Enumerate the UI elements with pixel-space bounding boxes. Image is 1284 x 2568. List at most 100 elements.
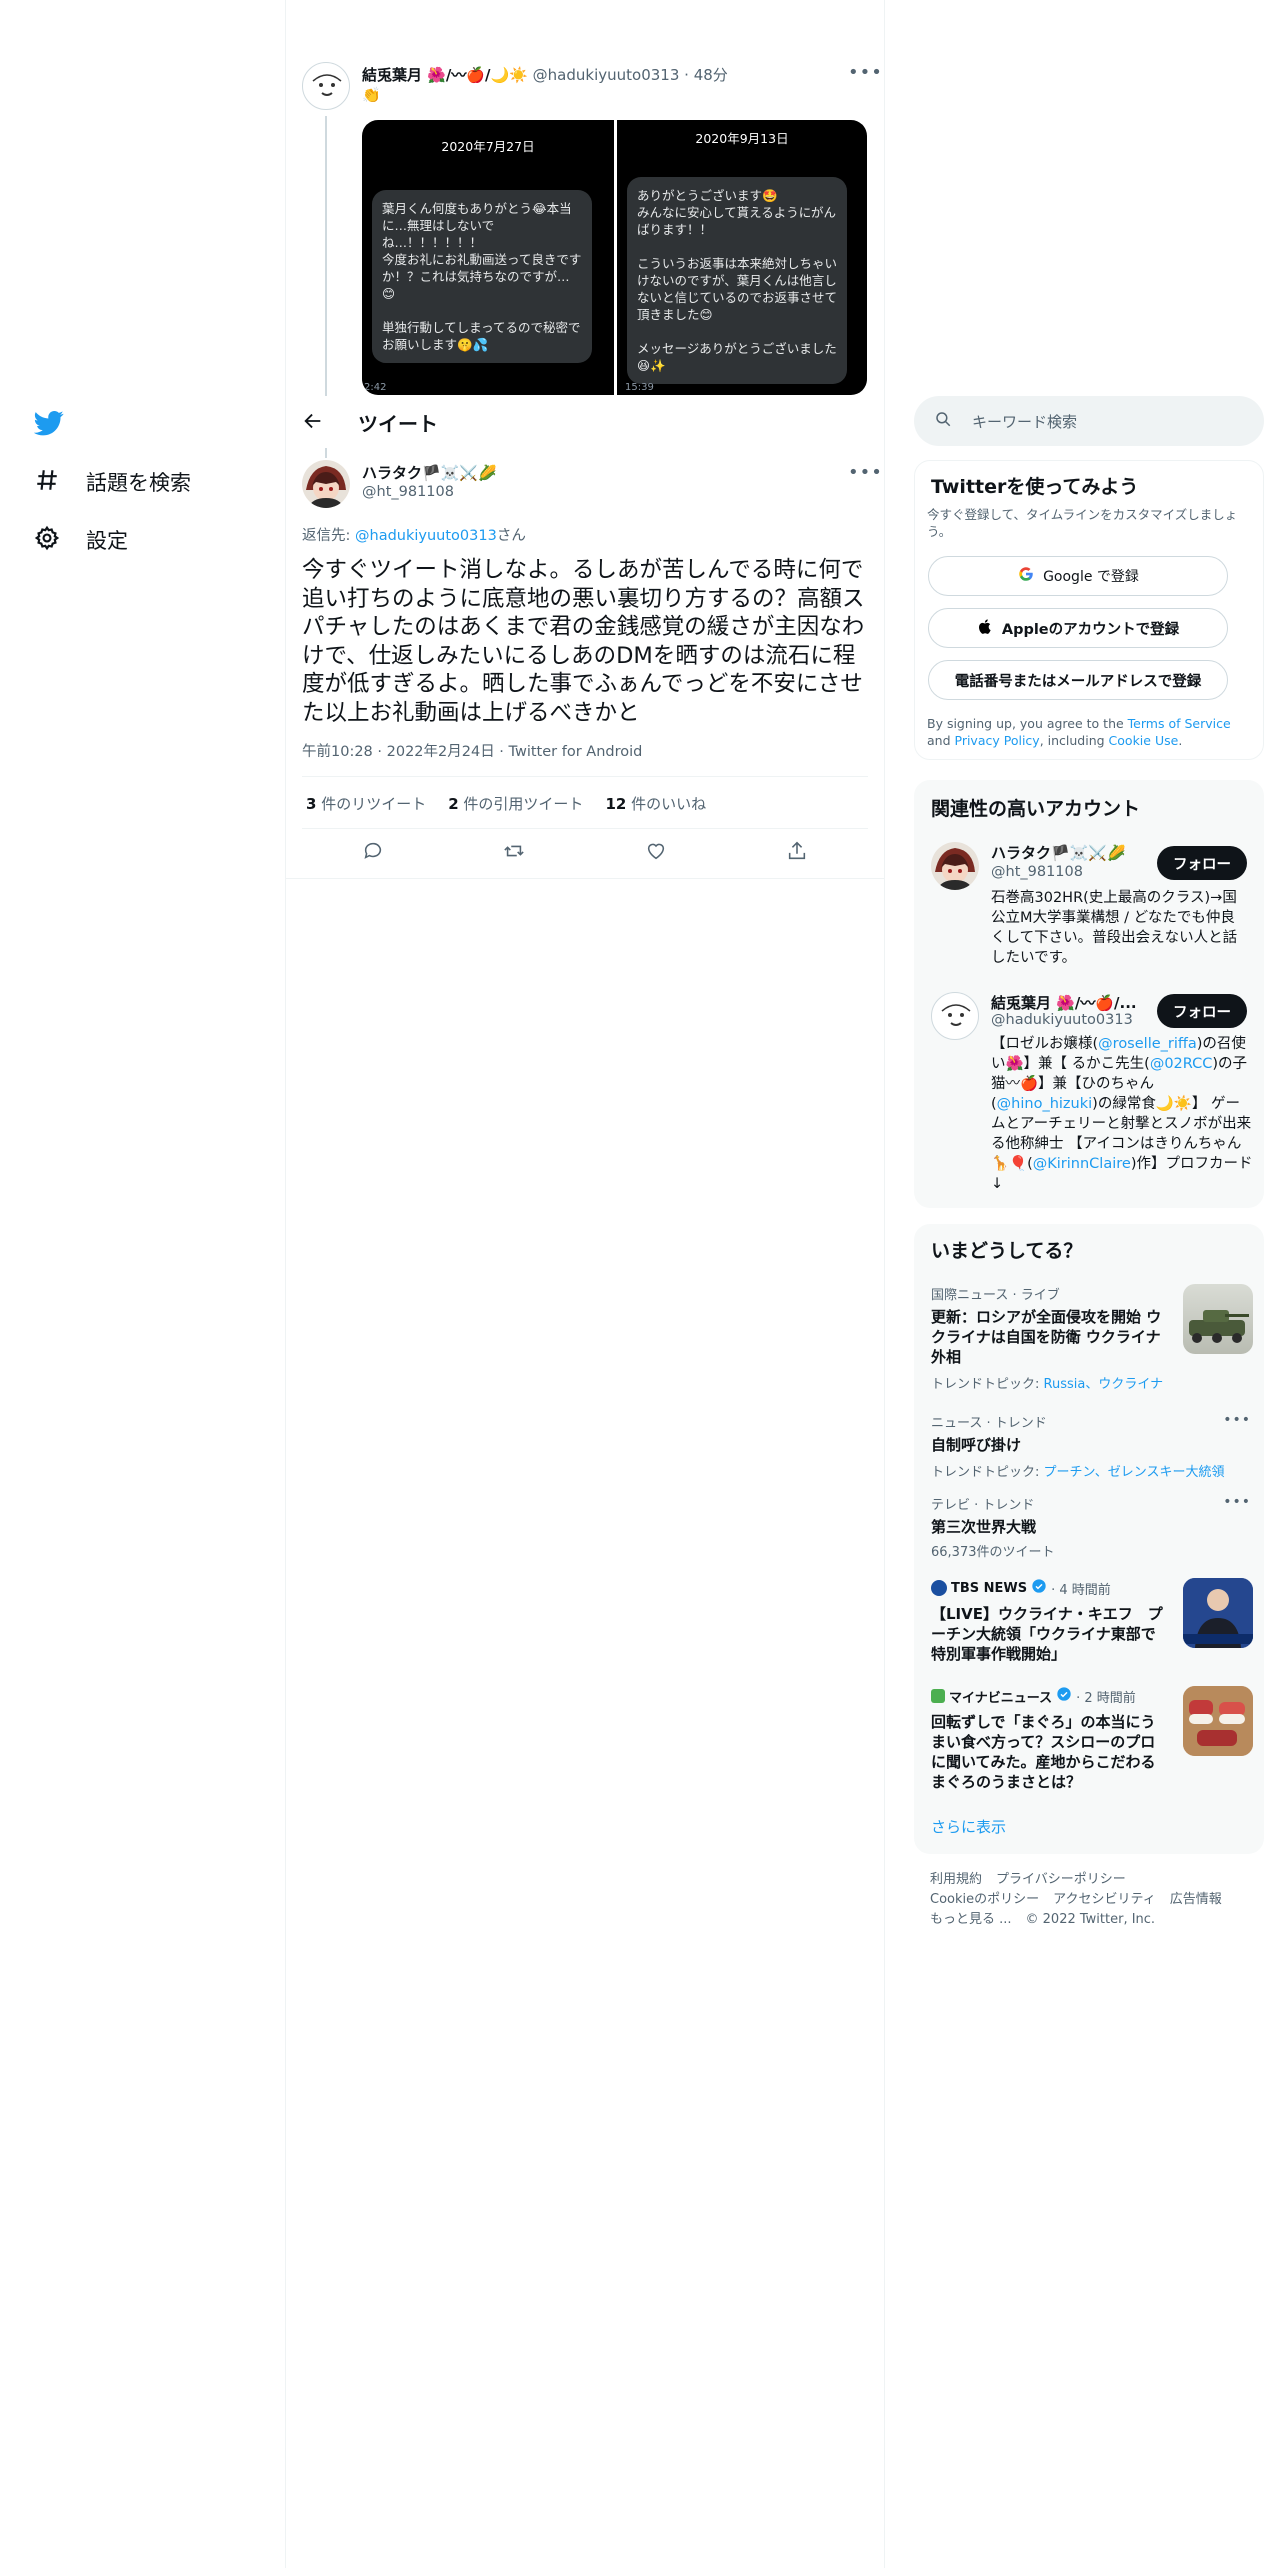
author-name[interactable]: 結兎葉月 🌺/〰🍎/🌙☀️ bbox=[362, 66, 528, 84]
follow-button[interactable]: フォロー bbox=[1157, 994, 1247, 1028]
verified-icon bbox=[1031, 1578, 1047, 1598]
signup-title: Twitterを使ってみよう bbox=[931, 476, 1139, 498]
avatar[interactable] bbox=[931, 992, 979, 1040]
retweet-icon[interactable] bbox=[503, 840, 525, 866]
photo-timestamp: 2:42 bbox=[364, 382, 387, 393]
footer-more-link[interactable]: もっと見る ... bbox=[930, 1910, 1012, 1930]
reply-icon[interactable] bbox=[362, 840, 384, 866]
trends-title: いまどうしてる？ bbox=[931, 1240, 1083, 1262]
footer-link[interactable]: Cookieのポリシー bbox=[930, 1890, 1039, 1910]
share-icon[interactable] bbox=[786, 840, 808, 866]
quote-count[interactable]: 2 件の引用ツイート bbox=[448, 793, 583, 814]
google-signup-button[interactable]: Google で登録 bbox=[928, 556, 1228, 596]
more-icon[interactable]: ••• bbox=[1223, 1412, 1251, 1428]
retweet-count[interactable]: 3 件のリツイート bbox=[306, 793, 426, 814]
trend-topic: トレンドトピック: Russia、ウクライナ bbox=[931, 1377, 1164, 1392]
more-icon[interactable]: ••• bbox=[1223, 1494, 1251, 1510]
trend-title: 回転ずしで「まぐろ」の本当にうまい食べ方って？スシローのプロに聞いてみた。産地か… bbox=[931, 1713, 1156, 1791]
terms-link[interactable]: Terms of Service bbox=[1128, 716, 1231, 731]
reply-to-link[interactable]: @hadukiyuuto0313 bbox=[355, 528, 497, 544]
back-arrow-icon[interactable] bbox=[302, 410, 326, 434]
follow-button[interactable]: フォロー bbox=[1157, 846, 1247, 880]
avatar[interactable] bbox=[302, 460, 350, 508]
twitter-logo-icon[interactable] bbox=[33, 408, 64, 438]
trend-title: 更新：ロシアが全面侵攻を開始 ウクライナは自国を防衛 ウクライナ外相 bbox=[931, 1308, 1162, 1366]
thread-line bbox=[325, 116, 327, 396]
trend-item[interactable]: マイナビニュース · 2 時間前 回転ずしで「まぐろ」の本当にうまい食べ方って？… bbox=[931, 1686, 1253, 1796]
tweet-time[interactable]: · 48分 bbox=[684, 66, 728, 84]
trend-item[interactable]: テレビ · トレンド 第三次世界大戦 66,373件のツイート ••• bbox=[931, 1494, 1251, 1560]
avatar[interactable] bbox=[302, 62, 350, 110]
photo-message: 葉月くん何度もありがとう😂本当に…無理はしないでね…！！！！！！ 今度お礼にお礼… bbox=[372, 190, 592, 363]
nav-settings-label: 設定 bbox=[86, 529, 128, 553]
author-handle[interactable]: @hadukiyuuto0313 bbox=[533, 66, 680, 84]
footer-link[interactable]: プライバシーポリシー bbox=[996, 1870, 1126, 1890]
like-count[interactable]: 12 件のいいね bbox=[605, 793, 706, 814]
gear-icon bbox=[34, 525, 60, 556]
photo-date: 2020年9月13日 bbox=[695, 131, 789, 146]
more-icon[interactable]: ••• bbox=[848, 62, 883, 83]
hashtag-icon bbox=[34, 467, 60, 498]
tweet-photo-right[interactable]: 2020年9月13日 ありがとうございます🤩 みんなに安心して貰えるようにがんば… bbox=[617, 120, 867, 395]
tweet-photo-left[interactable]: 2020年7月27日 葉月くん何度もありがとう😂本当に…無理はしないでね…！！！… bbox=[362, 120, 614, 395]
footer-links: 利用規約 プライバシーポリシー Cookieのポリシー アクセシビリティ 広告情… bbox=[930, 1870, 1260, 1930]
mention-link[interactable]: @02RCC bbox=[1150, 1056, 1213, 1072]
verified-icon bbox=[1056, 1686, 1072, 1706]
thread-line bbox=[325, 448, 327, 458]
apple-signup-label: Appleのアカウントで登録 bbox=[1001, 621, 1180, 638]
tbs-logo-icon bbox=[931, 1580, 947, 1596]
like-icon[interactable] bbox=[645, 840, 667, 866]
trend-count: 66,373件のツイート bbox=[931, 1545, 1055, 1560]
phone-signup-label: 電話番号またはメールアドレスで登録 bbox=[954, 673, 1202, 690]
signup-subtitle: 今すぐ登録して、タイムラインをカスタマイズしましょう。 bbox=[927, 507, 1238, 539]
tweet-actions bbox=[302, 840, 868, 866]
search-placeholder: キーワード検索 bbox=[972, 412, 1078, 431]
nav-explore-label: 話題を検索 bbox=[86, 471, 191, 495]
author-handle[interactable]: @ht_981108 bbox=[362, 484, 454, 500]
tweet-meta[interactable]: 午前10:28 · 2022年2月24日 · Twitter for Andro… bbox=[302, 740, 642, 761]
copyright: © 2022 Twitter, Inc. bbox=[1025, 1912, 1156, 1927]
phone-signup-button[interactable]: 電話番号またはメールアドレスで登録 bbox=[928, 660, 1228, 700]
show-more-link[interactable]: さらに表示 bbox=[931, 1816, 1006, 1837]
trend-item[interactable]: ニュース · トレンド 自制呼び掛け トレンドトピック: プーチン、ゼレンスキー… bbox=[931, 1412, 1251, 1482]
footer-link[interactable]: 利用規約 bbox=[930, 1870, 982, 1890]
related-handle[interactable]: @ht_981108 bbox=[991, 864, 1083, 880]
parent-tweet-header: 結兎葉月 🌺/〰🍎/🌙☀️ @hadukiyuuto0313 · 48分 bbox=[362, 64, 728, 85]
nav-explore[interactable]: 話題を検索 bbox=[34, 462, 191, 502]
reply-to-prefix: 返信先: bbox=[302, 528, 355, 544]
signup-legal: By signing up, you agree to the Terms of… bbox=[927, 716, 1231, 748]
avatar[interactable] bbox=[931, 842, 979, 890]
footer-link[interactable]: アクセシビリティ bbox=[1053, 1890, 1156, 1910]
footer-link[interactable]: 広告情報 bbox=[1170, 1890, 1222, 1910]
apple-signup-button[interactable]: Appleのアカウントで登録 bbox=[928, 608, 1228, 648]
divider bbox=[302, 828, 868, 829]
related-name[interactable]: 結兎葉月 🌺/〰🍎/... bbox=[991, 992, 1137, 1013]
related-handle[interactable]: @hadukiyuuto0313 bbox=[991, 1012, 1133, 1028]
reply-to: 返信先: @hadukiyuuto0313さん bbox=[302, 524, 526, 545]
tweet-text: 今すぐツイート消しなよ。るしあが苦しんでる時に何で追い打ちのように底意地の悪い裏… bbox=[302, 557, 865, 726]
more-icon[interactable]: ••• bbox=[848, 462, 883, 483]
trend-title: 自制呼び掛け bbox=[931, 1436, 1022, 1454]
trend-item[interactable]: TBS NEWS · 4 時間前 【LIVE】ウクライナ・キエフ プーチン大統領… bbox=[931, 1578, 1253, 1668]
trend-item[interactable]: 国際ニュース · ライブ 更新：ロシアが全面侵攻を開始 ウクライナは自国を防衛 … bbox=[931, 1284, 1253, 1394]
mention-link[interactable]: @hino_hizuki bbox=[997, 1096, 1092, 1112]
tweet-stats: 3 件のリツイート 2 件の引用ツイート 12 件のいいね bbox=[306, 793, 706, 814]
mynavi-logo-icon bbox=[931, 1689, 945, 1703]
photo-timestamp: 15:39 bbox=[625, 382, 654, 393]
search-icon bbox=[934, 410, 952, 432]
related-title: 関連性の高いアカウント bbox=[931, 798, 1141, 820]
related-name[interactable]: ハラタク🏴☠️⚔️🌽 bbox=[991, 842, 1126, 863]
trend-meta: テレビ · トレンド bbox=[931, 1498, 1035, 1513]
parent-tweet-emoji: 👏 bbox=[362, 86, 381, 104]
privacy-link[interactable]: Privacy Policy bbox=[955, 733, 1040, 748]
mention-link[interactable]: @KirinnClaire bbox=[1033, 1156, 1131, 1172]
photo-date: 2020年7月27日 bbox=[441, 139, 535, 154]
nav-settings[interactable]: 設定 bbox=[34, 520, 128, 560]
reply-to-suffix: さん bbox=[496, 528, 526, 544]
divider bbox=[286, 878, 884, 879]
author-name[interactable]: ハラタク🏴☠️⚔️🌽 bbox=[362, 462, 497, 483]
mention-link[interactable]: @roselle_riffa bbox=[1098, 1036, 1197, 1052]
trend-title: 第三次世界大戦 bbox=[931, 1518, 1037, 1536]
search-bar[interactable]: キーワード検索 bbox=[914, 396, 1264, 446]
cookie-link[interactable]: Cookie Use bbox=[1109, 733, 1179, 748]
